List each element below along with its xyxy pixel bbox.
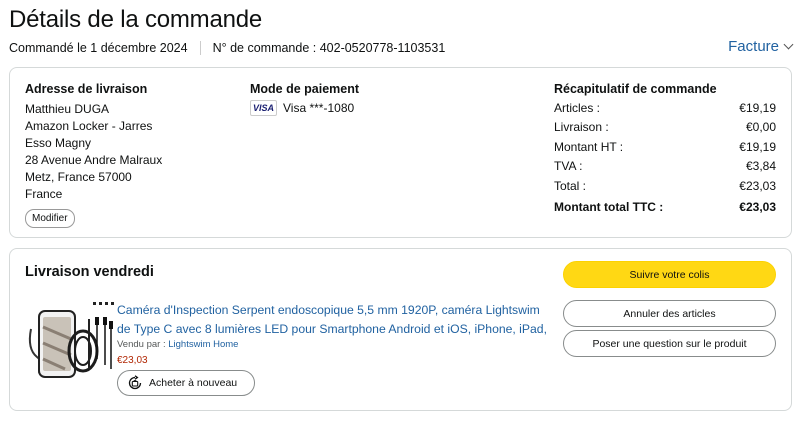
summary-value: €0,00 [745,119,776,134]
payment-card: VISA Visa ***-1080 [250,100,359,116]
order-number: N° de commande : 402-0520778-1103531 [212,41,446,55]
order-summary-title: Récapitulatif de commande [554,82,717,96]
summary-value: €3,84 [745,158,776,173]
order-date: Commandé le 1 décembre 2024 [9,41,188,55]
order-meta: Commandé le 1 décembre 2024 N° de comman… [9,41,445,55]
payment-method: Mode de paiement VISA Visa ***-1080 [250,82,359,116]
delivery-card: Livraison vendredi Caméra d'Inspection S… [9,248,792,411]
summary-label: TVA : [554,158,583,173]
summary-label: Montant HT : [554,140,624,154]
order-summary-card: Adresse de livraison Matthieu DUGA Amazo… [9,67,792,238]
buy-again-label: Acheter à nouveau [149,377,238,389]
summary-label: Total : [554,179,587,193]
summary-row-grand-total: Montant total TTC : €23,03 [554,198,776,217]
seller-link[interactable]: Lightswim Home [168,339,238,350]
summary-label: Montant total TTC : [554,199,664,214]
summary-row-subtotal-ht: Montant HT : €19,19 [554,138,776,157]
ask-question-button[interactable]: Poser une question sur le produit [563,330,776,357]
cancel-items-button[interactable]: Annuler des articles [563,300,776,327]
chevron-down-icon [783,39,794,50]
summary-row-total: Total : €23,03 [554,177,776,196]
invoice-dropdown[interactable]: Facture [728,38,794,55]
summary-value: €19,19 [739,140,776,154]
sold-by-prefix: Vendu par : [117,339,166,350]
address-line: France [25,187,63,201]
summary-value: €19,19 [739,101,776,115]
card-text: Visa ***-1080 [283,101,355,115]
summary-value: €23,03 [739,199,776,214]
address-line: Esso Magny [25,136,92,150]
rebuy-icon [128,375,142,390]
product-price: €23,03 [117,355,148,366]
shipping-address-title: Adresse de livraison [25,82,148,96]
visa-icon: VISA [250,100,277,116]
address-line: Metz, France 57000 [25,170,132,184]
delivery-title: Livraison vendredi [25,264,154,280]
product-title-link[interactable]: Caméra d'Inspection Serpent endoscopique… [117,301,549,339]
summary-list: Articles : €19,19 Livraison : €0,00 Mont… [554,99,776,216]
summary-value: €23,03 [739,179,776,193]
divider [199,41,201,55]
order-summary: Récapitulatif de commande Articles : €19… [554,82,776,216]
address-line: Amazon Locker - Jarres [25,119,153,133]
summary-label: Livraison : [554,119,609,134]
summary-row-vat: TVA : €3,84 [554,157,776,176]
summary-row-items: Articles : €19,19 [554,99,776,118]
track-package-button[interactable]: Suivre votre colis [563,261,776,288]
buy-again-button[interactable]: Acheter à nouveau [117,370,255,396]
page-title: Détails de la commande [9,6,263,33]
address-lines: Matthieu DUGA Amazon Locker - Jarres Ess… [25,101,162,203]
invoice-label: Facture [728,38,779,55]
shipping-address: Adresse de livraison Matthieu DUGA Amazo… [25,82,162,228]
summary-row-shipping: Livraison : €0,00 [554,118,776,137]
address-line: 28 Avenue Andre Malraux [25,153,163,167]
payment-method-title: Mode de paiement [250,82,360,96]
modify-address-button[interactable]: Modifier [25,209,75,228]
address-line: Matthieu DUGA [25,102,110,116]
summary-label: Articles : [554,101,601,115]
sold-by: Vendu par : Lightswim Home [117,339,238,350]
product-image[interactable] [25,299,117,381]
